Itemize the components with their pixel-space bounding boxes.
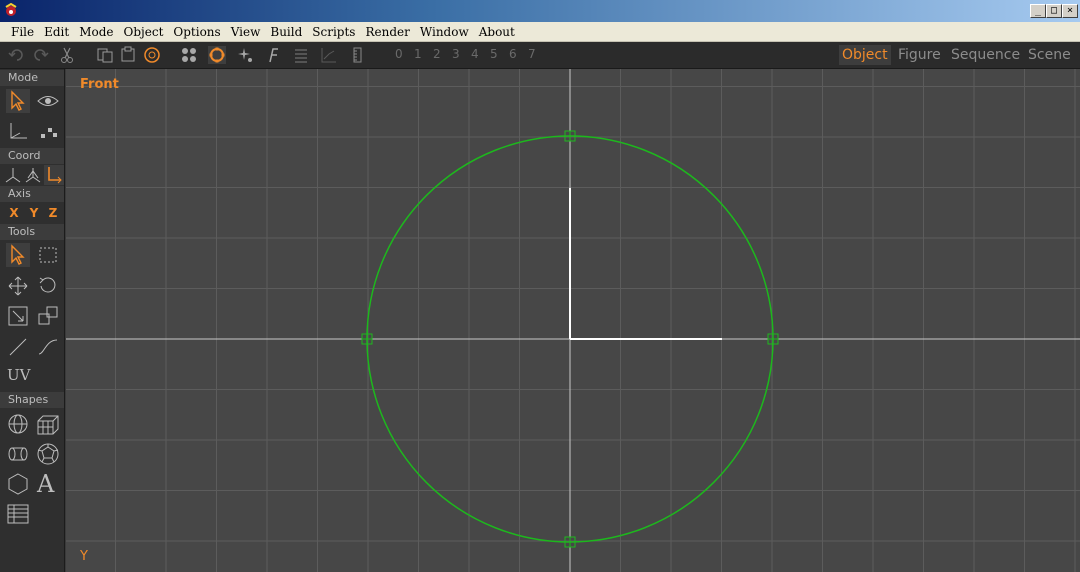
tab-figure[interactable]: Figure <box>895 45 944 65</box>
curve-tool-icon[interactable] <box>36 335 60 359</box>
select-tool-icon[interactable] <box>6 243 30 267</box>
title-bar: _ □ × <box>0 0 1080 22</box>
layer-5[interactable]: 5 <box>490 47 498 61</box>
menu-render[interactable]: Render <box>360 25 414 39</box>
menu-object[interactable]: Object <box>119 25 169 39</box>
axis-section-label: Axis <box>0 186 64 202</box>
four-dots-icon[interactable] <box>180 46 198 64</box>
tab-scene[interactable]: Scene <box>1025 45 1074 65</box>
coord-local-icon[interactable] <box>24 165 42 185</box>
circle-control-point-right <box>767 333 779 345</box>
coord-screen-icon[interactable] <box>44 165 64 185</box>
cylinder-shape-icon[interactable] <box>6 442 30 466</box>
menu-bar: File Edit Mode Object Options View Build… <box>0 22 1080 42</box>
shapes-section-label: Shapes <box>0 392 64 408</box>
uv-tool-icon[interactable]: UV <box>7 366 39 390</box>
copy-icon[interactable] <box>96 46 114 64</box>
geosphere-shape-icon[interactable] <box>36 442 60 466</box>
window-controls: _ □ × <box>1030 4 1078 18</box>
eye-icon[interactable] <box>36 89 60 113</box>
layer-0[interactable]: 0 <box>395 47 403 61</box>
circle-control-point-top <box>564 130 576 142</box>
menu-mode[interactable]: Mode <box>74 25 118 39</box>
sphere-shape-icon[interactable] <box>6 412 30 436</box>
scale-icon[interactable] <box>6 304 30 328</box>
circle-control-point-bottom <box>564 536 576 548</box>
menu-options[interactable]: Options <box>168 25 225 39</box>
layer-4[interactable]: 4 <box>471 47 479 61</box>
menu-about[interactable]: About <box>474 25 520 39</box>
axes-icon[interactable] <box>6 119 30 143</box>
axis-z-toggle[interactable]: Z <box>45 206 61 220</box>
left-tool-panel: Mode Coord Axis X Y Z Tools UV Shapes A <box>0 69 65 572</box>
layer-6[interactable]: 6 <box>509 47 517 61</box>
axis-y-toggle[interactable]: Y <box>26 206 42 220</box>
main-toolbar: 0 1 2 3 4 5 6 7 Object Figure Sequence S… <box>0 42 1080 69</box>
axis-x-toggle[interactable]: X <box>6 206 22 220</box>
marquee-select-icon[interactable] <box>36 243 60 267</box>
mode-section-label: Mode <box>0 70 64 86</box>
text-shape-icon[interactable]: A <box>37 470 61 498</box>
menu-edit[interactable]: Edit <box>39 25 74 39</box>
menu-window[interactable]: Window <box>415 25 474 39</box>
graph-icon[interactable] <box>320 46 338 64</box>
layer-1[interactable]: 1 <box>414 47 422 61</box>
tab-sequence[interactable]: Sequence <box>948 45 1023 65</box>
redo-icon[interactable] <box>31 46 49 64</box>
minimize-button[interactable]: _ <box>1030 4 1046 18</box>
menu-file[interactable]: File <box>6 25 39 39</box>
viewport-name-label: Front <box>80 77 119 92</box>
layer-7[interactable]: 7 <box>528 47 536 61</box>
paste-icon[interactable] <box>119 46 137 64</box>
coord-world-icon[interactable] <box>4 165 22 185</box>
sphere-select-icon[interactable] <box>143 46 161 64</box>
vertices-icon[interactable] <box>36 119 60 143</box>
scissors-icon[interactable] <box>58 46 76 64</box>
viewport-canvas[interactable] <box>66 69 1080 572</box>
shear-icon[interactable] <box>36 304 60 328</box>
app-icon <box>5 3 17 16</box>
hexagon-shape-icon[interactable] <box>6 472 30 496</box>
line-tool-icon[interactable] <box>6 335 30 359</box>
select-arrow-icon[interactable] <box>6 89 30 113</box>
layer-2[interactable]: 2 <box>433 47 441 61</box>
function-icon[interactable] <box>264 46 282 64</box>
tab-object[interactable]: Object <box>839 45 891 65</box>
menu-scripts[interactable]: Scripts <box>307 25 360 39</box>
ruler-icon[interactable] <box>349 46 367 64</box>
move-icon[interactable] <box>6 274 30 298</box>
table-shape-icon[interactable] <box>6 502 30 526</box>
maximize-button[interactable]: □ <box>1046 4 1062 18</box>
ring-active-icon[interactable] <box>208 46 226 64</box>
layer-3[interactable]: 3 <box>452 47 460 61</box>
circle-control-point-left <box>361 333 373 345</box>
coord-section-label: Coord <box>0 148 64 164</box>
rotate-icon[interactable] <box>36 274 60 298</box>
undo-icon[interactable] <box>8 46 26 64</box>
viewport-grid <box>66 69 1080 572</box>
list-icon[interactable] <box>292 46 310 64</box>
close-button[interactable]: × <box>1062 4 1078 18</box>
viewport-axis-indicator: Y <box>80 549 88 564</box>
front-viewport[interactable]: Front Y <box>66 69 1080 572</box>
tools-section-label: Tools <box>0 224 64 240</box>
menu-build[interactable]: Build <box>265 25 307 39</box>
sparkle-icon[interactable] <box>236 46 254 64</box>
menu-view[interactable]: View <box>226 25 266 39</box>
grid-box-shape-icon[interactable] <box>36 412 60 436</box>
